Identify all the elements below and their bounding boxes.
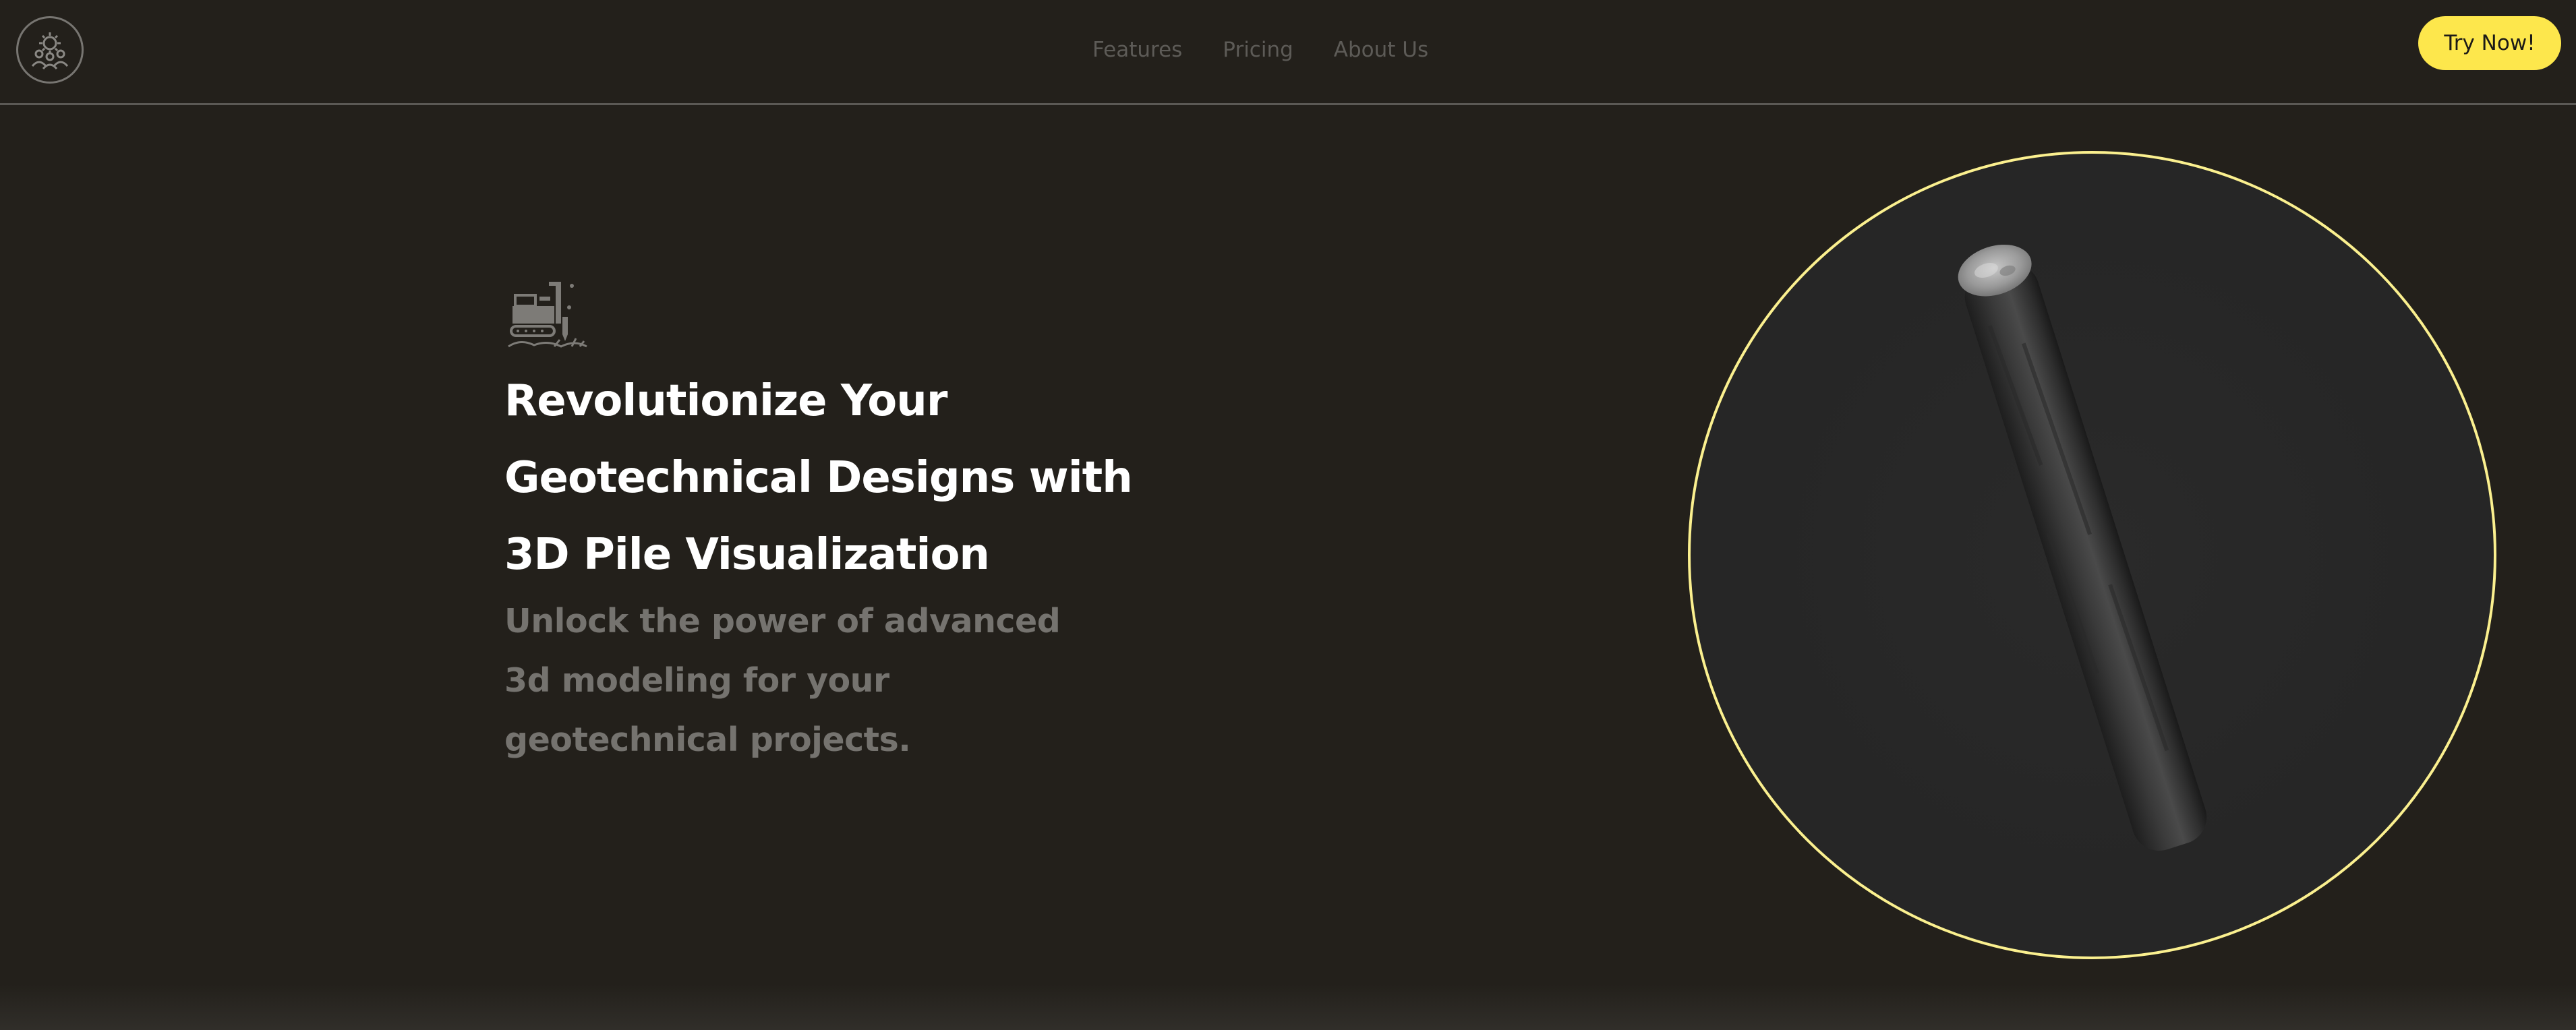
section-divider-shadow — [0, 984, 2576, 1030]
page: Features Pricing About Us Try Now! Revol… — [0, 0, 2576, 1030]
main-nav: Features Pricing About Us — [1092, 35, 1428, 65]
hero-title: Revolutionize Your Geotechnical Designs … — [504, 376, 1133, 580]
pile-model — [1958, 244, 2207, 851]
nav-features-link[interactable]: Features — [1092, 35, 1182, 65]
gear-people-icon — [31, 32, 69, 70]
logo[interactable] — [16, 16, 84, 84]
3d-pile-viewer[interactable] — [1688, 151, 2496, 959]
site-header: Features Pricing About Us Try Now! — [0, 0, 2576, 105]
hero-subtitle: Unlock the power of advanced 3d modeling… — [504, 602, 1061, 759]
excavator-drill-icon — [507, 276, 588, 357]
try-now-button[interactable]: Try Now! — [2418, 16, 2561, 70]
nav-about-link[interactable]: About Us — [1334, 35, 1428, 65]
nav-pricing-link[interactable]: Pricing — [1223, 35, 1293, 65]
